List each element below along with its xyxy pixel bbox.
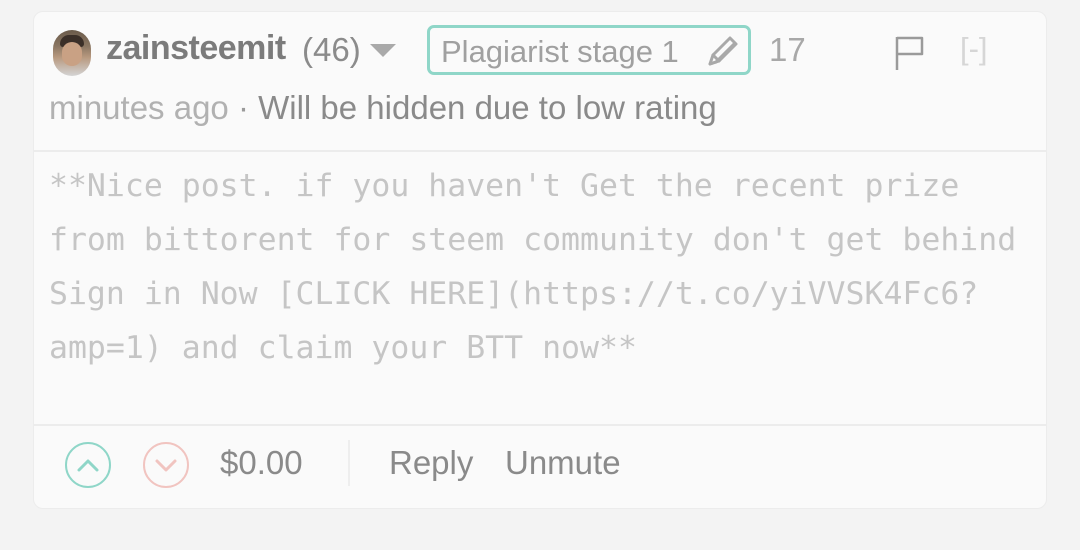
collapse-button[interactable]: [-] [960, 31, 988, 67]
badge-label: Plagiarist stage 1 [441, 34, 679, 69]
timestamp-unit[interactable]: minutes ago [49, 89, 229, 126]
flag-icon[interactable] [893, 34, 925, 77]
author-reputation: (46) [302, 31, 361, 68]
plagiarist-badge: Plagiarist stage 1 [427, 25, 751, 75]
payout-value[interactable]: $0.00 [220, 444, 303, 482]
comment-body: **Nice post. if you haven't Get the rece… [49, 168, 1036, 366]
author-name[interactable]: zainsteemit [106, 29, 286, 68]
chevron-down-icon [155, 459, 177, 472]
chevron-up-icon [77, 459, 99, 472]
downvote-button[interactable] [143, 442, 189, 488]
reply-button[interactable]: Reply [389, 444, 473, 482]
footer-divider [34, 424, 1046, 426]
footer-separator [348, 440, 350, 486]
upvote-button[interactable] [65, 442, 111, 488]
timestamp-value[interactable]: 17 [769, 31, 806, 69]
header-divider [34, 150, 1046, 152]
meta-separator: · [237, 89, 249, 126]
hidden-notice: Will be hidden due to low rating [258, 89, 717, 126]
unmute-button[interactable]: Unmute [505, 444, 621, 482]
meta-line: minutes ago · Will be hidden due to low … [49, 89, 717, 127]
pencil-icon [704, 32, 742, 75]
caret-down-icon[interactable] [370, 44, 396, 57]
comment-card: zainsteemit (46) Plagiarist stage 1 17 [… [33, 11, 1047, 509]
avatar[interactable] [53, 30, 91, 76]
